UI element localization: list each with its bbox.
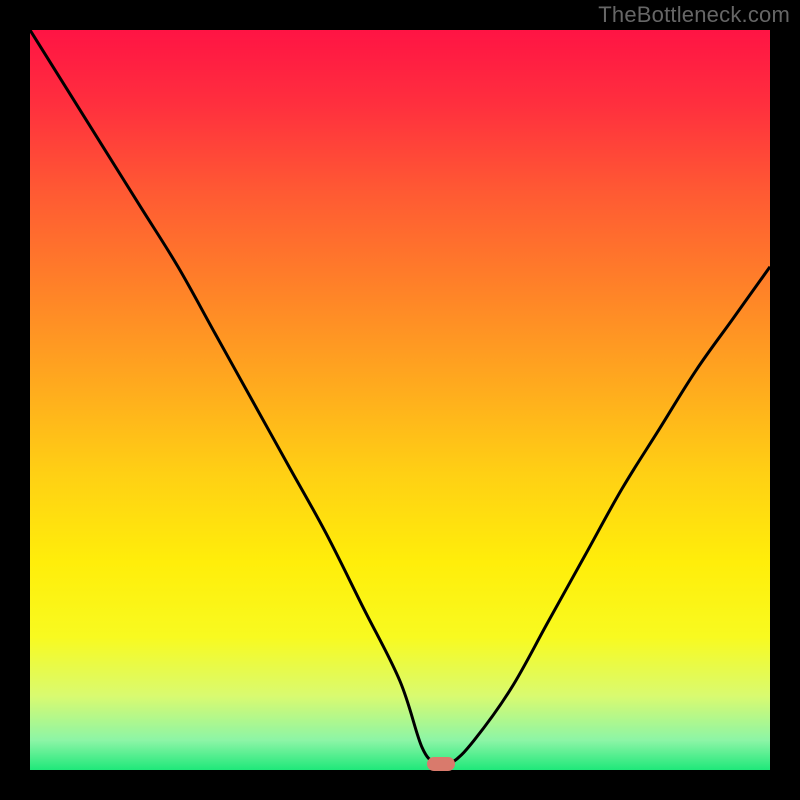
chart-svg [30, 30, 770, 770]
optimal-marker [427, 757, 455, 771]
gradient-background [30, 30, 770, 770]
plot-area [30, 30, 770, 770]
watermark-text: TheBottleneck.com [598, 2, 790, 28]
chart-frame: TheBottleneck.com [0, 0, 800, 800]
